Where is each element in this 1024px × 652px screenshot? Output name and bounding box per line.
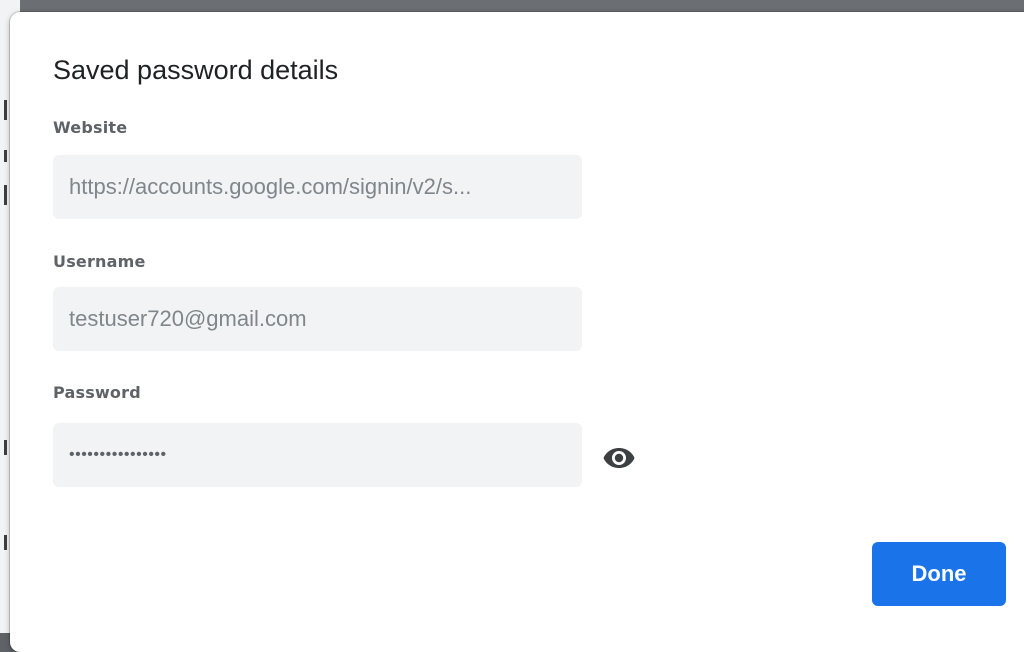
- show-password-button[interactable]: [594, 438, 644, 478]
- background-mark: [4, 535, 7, 550]
- eye-icon: [603, 448, 635, 468]
- username-label: Username: [53, 252, 146, 271]
- website-field[interactable]: https://accounts.google.com/signin/v2/s.…: [53, 155, 582, 219]
- website-label: Website: [53, 118, 128, 137]
- done-button[interactable]: Done: [872, 542, 1006, 606]
- password-value: ••••••••••••••••: [69, 446, 167, 463]
- username-field[interactable]: testuser720@gmail.com: [53, 287, 582, 351]
- background-mark: [4, 150, 7, 162]
- background-mark: [4, 185, 7, 205]
- username-value: testuser720@gmail.com: [69, 306, 307, 331]
- saved-password-dialog: Saved password details Website https://a…: [10, 12, 1024, 652]
- website-value: https://accounts.google.com/signin/v2/s.…: [69, 174, 472, 199]
- password-label: Password: [53, 383, 141, 402]
- dialog-title: Saved password details: [53, 55, 339, 85]
- background-mark: [4, 100, 7, 120]
- password-field[interactable]: ••••••••••••••••: [53, 423, 582, 487]
- background-mark: [4, 440, 7, 455]
